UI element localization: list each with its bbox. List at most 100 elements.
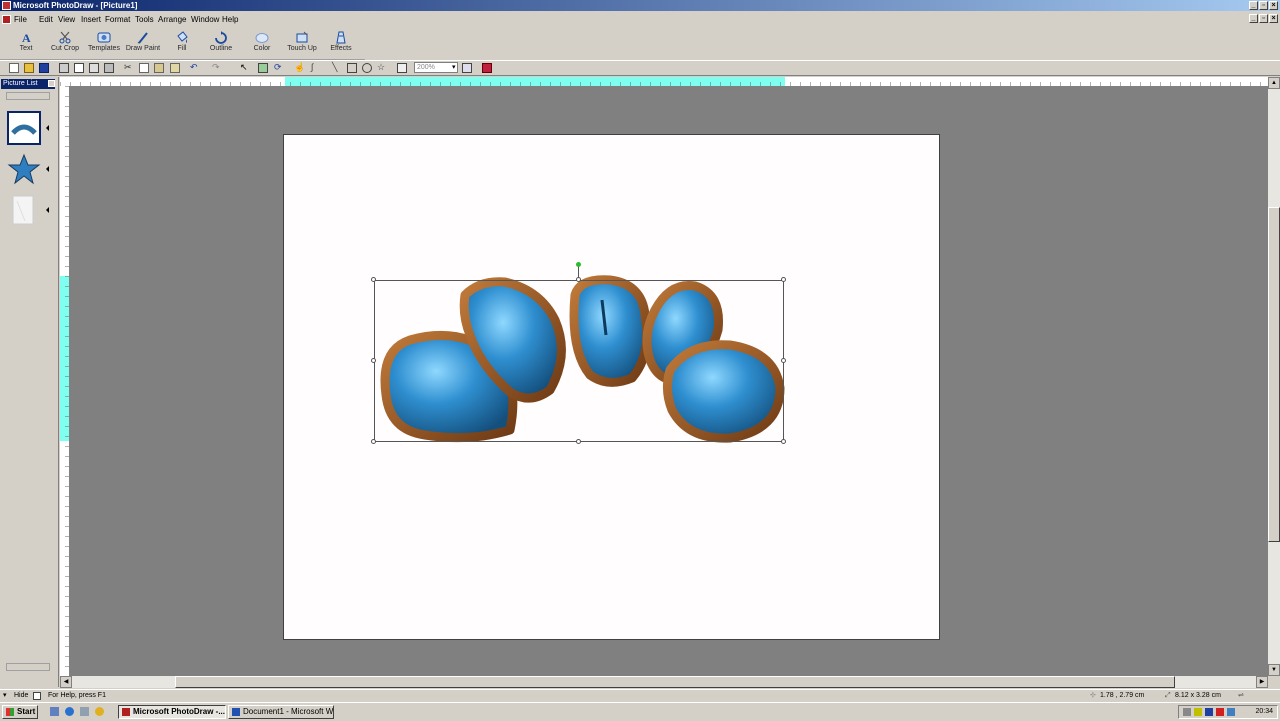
menu-view[interactable]: View — [58, 15, 75, 24]
picture-list-close-icon[interactable] — [48, 80, 55, 87]
doc-minimize-button[interactable]: _ — [1249, 14, 1258, 23]
resize-handle-se[interactable] — [781, 439, 786, 444]
clock[interactable]: 20:34 — [1255, 708, 1273, 715]
scroll-right-button[interactable]: ▶ — [1256, 676, 1268, 688]
quicklaunch-ie-icon[interactable] — [65, 707, 74, 716]
resize-handle-s[interactable] — [576, 439, 581, 444]
save-icon[interactable] — [39, 63, 49, 73]
zoom-slider-icon[interactable]: ⇌ — [1238, 690, 1244, 702]
text-button[interactable]: A Text — [7, 28, 45, 59]
new-icon[interactable] — [9, 63, 19, 73]
ellipse-icon[interactable] — [362, 63, 372, 73]
fill-button[interactable]: Fill — [163, 28, 201, 59]
line-icon[interactable]: ╲ — [332, 63, 342, 73]
quicklaunch-desktop-icon[interactable] — [50, 707, 59, 716]
picture-list-scroll-down[interactable] — [6, 663, 50, 671]
vertical-scroll-thumb[interactable] — [1268, 207, 1280, 542]
close-button[interactable]: × — [1269, 1, 1278, 10]
resize-handle-sw[interactable] — [371, 439, 376, 444]
menu-arrange[interactable]: Arrange — [158, 15, 186, 24]
thumbnail-3-arrow-icon[interactable] — [46, 207, 49, 213]
fit-icon[interactable] — [397, 63, 407, 73]
color-button[interactable]: Color — [243, 28, 281, 59]
refresh-icon[interactable]: ⟳ — [274, 63, 284, 73]
vertical-scrollbar[interactable]: ▲ ▼ — [1268, 77, 1280, 676]
effects-button[interactable]: Effects — [322, 28, 360, 59]
templates-button[interactable]: Templates — [85, 28, 123, 59]
menu-insert[interactable]: Insert — [81, 15, 101, 24]
size-icon: ⤢ — [1165, 692, 1171, 699]
print-icon[interactable] — [59, 63, 69, 73]
hide-label[interactable]: Hide — [14, 690, 28, 702]
hand-cursor-icon[interactable]: ☝ — [294, 63, 305, 73]
taskbar-photodraw[interactable]: Microsoft PhotoDraw -... — [118, 705, 226, 719]
redo-icon[interactable]: ↷ — [212, 63, 222, 73]
scroll-left-button[interactable]: ◀ — [60, 676, 72, 688]
hide-toggle-icon[interactable]: ▾ — [3, 690, 7, 702]
cut-crop-button[interactable]: Cut Crop — [46, 28, 84, 59]
photodraw-app-icon[interactable] — [2, 1, 11, 10]
minimize-button[interactable]: _ — [1249, 1, 1258, 10]
resize-handle-e[interactable] — [781, 358, 786, 363]
quicklaunch-media-icon[interactable] — [95, 707, 104, 716]
print-preview-icon[interactable] — [74, 63, 84, 73]
network-tray-icon[interactable] — [1183, 708, 1191, 716]
zoom-tool-icon[interactable] — [462, 63, 472, 73]
horizontal-scrollbar[interactable]: ◀ ▶ — [60, 676, 1268, 688]
copy-icon[interactable] — [139, 63, 149, 73]
scroll-down-button[interactable]: ▼ — [1268, 664, 1280, 676]
camera-icon[interactable] — [104, 63, 114, 73]
taskbar-word-document[interactable]: Document1 - Microsoft W... — [228, 705, 334, 719]
picture-thumbnail-2[interactable] — [7, 152, 41, 186]
open-icon[interactable] — [24, 63, 34, 73]
quicklaunch-outlook-icon[interactable] — [80, 707, 89, 716]
menu-edit[interactable]: Edit — [39, 15, 53, 24]
thumbnail-1-arrow-icon[interactable] — [46, 125, 49, 131]
security-tray-icon[interactable] — [1216, 708, 1224, 716]
thumbnail-2-arrow-icon[interactable] — [46, 166, 49, 172]
fill-button-label: Fill — [177, 45, 187, 52]
cut-crop-button-label: Cut Crop — [50, 45, 79, 52]
paste-icon[interactable] — [154, 63, 164, 73]
rectangle-icon[interactable] — [347, 63, 357, 73]
picture-list-toggle-icon[interactable] — [33, 692, 41, 700]
horizontal-scroll-thumb[interactable] — [175, 676, 1175, 688]
templates-icon — [97, 32, 111, 43]
doc-close-button[interactable]: × — [1269, 14, 1278, 23]
messenger-tray-icon[interactable] — [1227, 708, 1235, 716]
draw-paint-button[interactable]: Draw Paint — [124, 28, 162, 59]
scroll-up-button[interactable]: ▲ — [1268, 77, 1280, 89]
cut-icon[interactable]: ✂ — [124, 63, 134, 73]
menu-tools[interactable]: Tools — [135, 15, 154, 24]
picture-list-scroll-up[interactable] — [6, 92, 50, 100]
menu-format[interactable]: Format — [105, 15, 130, 24]
resize-handle-w[interactable] — [371, 358, 376, 363]
selection-box[interactable] — [374, 280, 784, 442]
format-painter-icon[interactable] — [170, 63, 180, 73]
freeform-icon[interactable]: ∫ — [311, 63, 321, 73]
scan-icon[interactable] — [89, 63, 99, 73]
language-tray-icon[interactable] — [1205, 708, 1213, 716]
resize-handle-nw[interactable] — [371, 277, 376, 282]
undo-icon[interactable]: ↶ — [190, 63, 200, 73]
resize-handle-ne[interactable] — [781, 277, 786, 282]
menu-window[interactable]: Window — [191, 15, 219, 24]
rotation-handle[interactable] — [576, 262, 581, 267]
picture-thumbnail-3[interactable] — [7, 193, 41, 227]
doc-restore-button[interactable]: ▫ — [1259, 14, 1268, 23]
picture-thumbnail-1[interactable] — [7, 111, 41, 145]
touch-up-button[interactable]: Touch Up — [283, 28, 321, 59]
resize-handle-n[interactable] — [576, 277, 581, 282]
outline-button[interactable]: Outline — [202, 28, 240, 59]
menu-file[interactable]: File — [14, 15, 27, 24]
document-icon[interactable] — [2, 15, 11, 24]
menu-help[interactable]: Help — [222, 15, 238, 24]
zoom-dropdown-icon[interactable]: ▾ — [452, 64, 462, 74]
pointer-icon[interactable]: ↖ — [240, 63, 250, 73]
autoshape-icon[interactable]: ☆ — [377, 63, 387, 73]
volume-tray-icon[interactable] — [1194, 708, 1202, 716]
rotate-icon[interactable] — [258, 63, 268, 73]
help-icon[interactable] — [482, 63, 492, 73]
restore-button[interactable]: ▫ — [1259, 1, 1268, 10]
start-button[interactable]: Start — [2, 705, 38, 719]
